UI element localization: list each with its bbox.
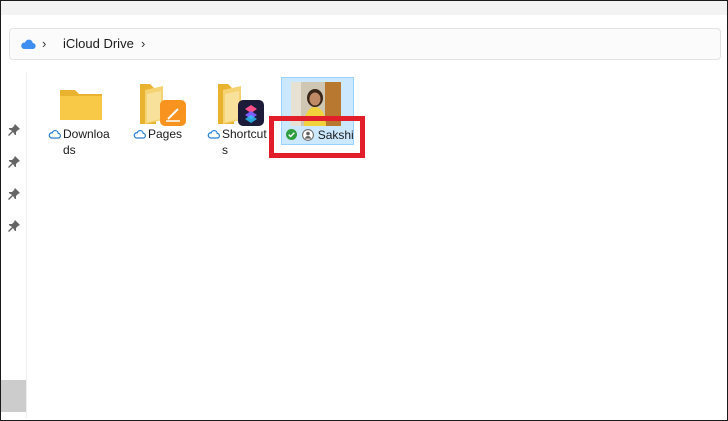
pages-app-icon bbox=[160, 100, 186, 126]
navigation-pane bbox=[1, 72, 27, 418]
scrollbar-thumb[interactable] bbox=[1, 380, 26, 412]
cloud-status-icon bbox=[207, 129, 220, 139]
highlight-annotation-box bbox=[269, 116, 365, 158]
icloud-icon bbox=[21, 39, 36, 50]
breadcrumb-icloud-drive[interactable]: iCloud Drive bbox=[63, 36, 134, 51]
folder-item-pages[interactable]: Pages bbox=[133, 78, 207, 168]
chevron-right-icon[interactable]: › bbox=[141, 36, 145, 51]
item-name: Shortcut bbox=[222, 127, 267, 141]
cloud-status-icon bbox=[133, 129, 146, 139]
shortcuts-app-icon bbox=[238, 100, 264, 126]
pin-icon[interactable] bbox=[7, 123, 21, 137]
address-bar[interactable]: › iCloud Drive › bbox=[9, 28, 721, 60]
pin-icon[interactable] bbox=[7, 155, 21, 169]
item-name: Pages bbox=[148, 127, 183, 141]
window-frame bbox=[0, 0, 728, 421]
pin-icon[interactable] bbox=[7, 187, 21, 201]
folder-item-downloads[interactable]: Downloa ds bbox=[48, 78, 122, 168]
window-top-strip bbox=[1, 1, 727, 15]
item-name: Downloa bbox=[63, 127, 110, 141]
pin-icon[interactable] bbox=[7, 219, 21, 233]
folder-icon bbox=[60, 90, 102, 120]
chevron-right-icon[interactable]: › bbox=[42, 36, 46, 51]
item-name-wrap: ds bbox=[63, 143, 76, 157]
cloud-status-icon bbox=[48, 129, 61, 139]
